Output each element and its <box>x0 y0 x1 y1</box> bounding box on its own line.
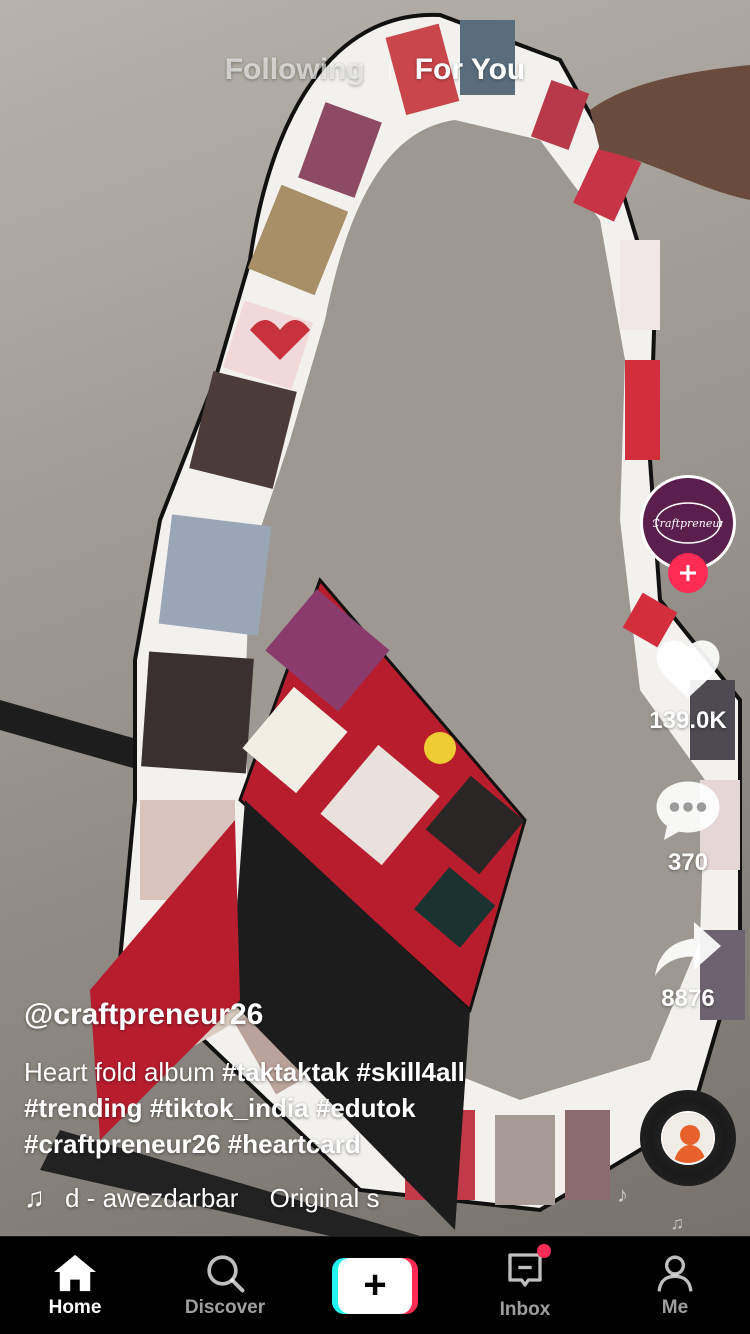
nav-inbox-label: Inbox <box>499 1299 551 1320</box>
nav-discover[interactable]: Discover <box>150 1253 300 1319</box>
hashtag[interactable]: #tiktok_india <box>150 1093 309 1123</box>
post-username[interactable]: @craftpreneur26 <box>24 998 584 1032</box>
post-caption: Heart fold album #taktaktak #skill4all #… <box>24 1054 584 1162</box>
hashtag[interactable]: #taktaktak <box>222 1057 349 1087</box>
post-info: @craftpreneur26 Heart fold album #taktak… <box>24 998 584 1216</box>
music-row: ♫ d - awezdarbar Original s <box>24 1180 584 1216</box>
hashtag[interactable]: #skill4all <box>356 1057 464 1087</box>
search-icon <box>207 1254 245 1292</box>
tab-for-you[interactable]: For You <box>391 53 550 87</box>
action-column: Craftpreneur 139.0K 370 8876 <box>640 475 736 1013</box>
share-count: 8876 <box>661 985 715 1012</box>
music-track-marquee[interactable]: d - awezdarbar Original s <box>65 1183 455 1214</box>
create-button[interactable]: + <box>332 1257 418 1314</box>
hashtag[interactable]: #edutok <box>316 1093 416 1123</box>
nav-inbox[interactable]: Inbox <box>450 1244 600 1321</box>
nav-discover-label: Discover <box>184 1296 266 1318</box>
music-cover-thumbnail <box>661 1111 715 1165</box>
nav-create[interactable]: + <box>300 1257 450 1314</box>
nav-me[interactable]: Me <box>600 1253 750 1319</box>
hashtag[interactable]: #heartcard <box>228 1129 361 1159</box>
nav-me-label: Me <box>661 1296 689 1318</box>
hashtag[interactable]: #trending <box>24 1093 142 1123</box>
nav-home-label: Home <box>48 1296 102 1318</box>
tab-following[interactable]: Following <box>201 53 389 87</box>
share-arrow-icon <box>655 922 721 976</box>
comment-icon <box>656 781 720 840</box>
plus-icon <box>680 565 696 581</box>
craftpreneur-logo-icon: Craftpreneur <box>653 502 723 544</box>
share-button[interactable]: 8876 <box>652 919 724 1013</box>
nav-home[interactable]: Home <box>0 1253 150 1319</box>
caption-text: Heart fold album <box>24 1057 215 1087</box>
floating-note-icon: ♫ <box>670 1213 685 1233</box>
creator-avatar-group: Craftpreneur <box>640 475 736 593</box>
comment-count: 370 <box>667 849 709 876</box>
like-button[interactable]: 139.0K <box>649 635 727 735</box>
home-icon <box>54 1254 96 1291</box>
music-note-icon: ♫ <box>24 1182 45 1213</box>
svg-text:Craftpreneur: Craftpreneur <box>653 517 723 530</box>
comment-button[interactable]: 370 <box>652 777 724 877</box>
profile-icon <box>657 1255 693 1292</box>
like-count: 139.0K <box>649 707 727 734</box>
floating-note-icon: ♪ <box>617 1182 628 1207</box>
create-plus-icon: + <box>338 1257 412 1314</box>
bottom-nav: Home Discover + Inbox Me <box>0 1236 750 1334</box>
notification-dot <box>537 1244 551 1258</box>
heart-icon <box>656 640 720 698</box>
follow-button[interactable] <box>668 553 708 593</box>
music-disc[interactable] <box>640 1090 736 1186</box>
inbox-icon-wrap <box>505 1244 551 1295</box>
music-author: d - awezdarbar <box>65 1182 239 1213</box>
music-title: Original s <box>269 1182 380 1213</box>
hashtag[interactable]: #craftpreneur26 <box>24 1129 221 1159</box>
feed-tabs: Following For You <box>0 48 750 92</box>
